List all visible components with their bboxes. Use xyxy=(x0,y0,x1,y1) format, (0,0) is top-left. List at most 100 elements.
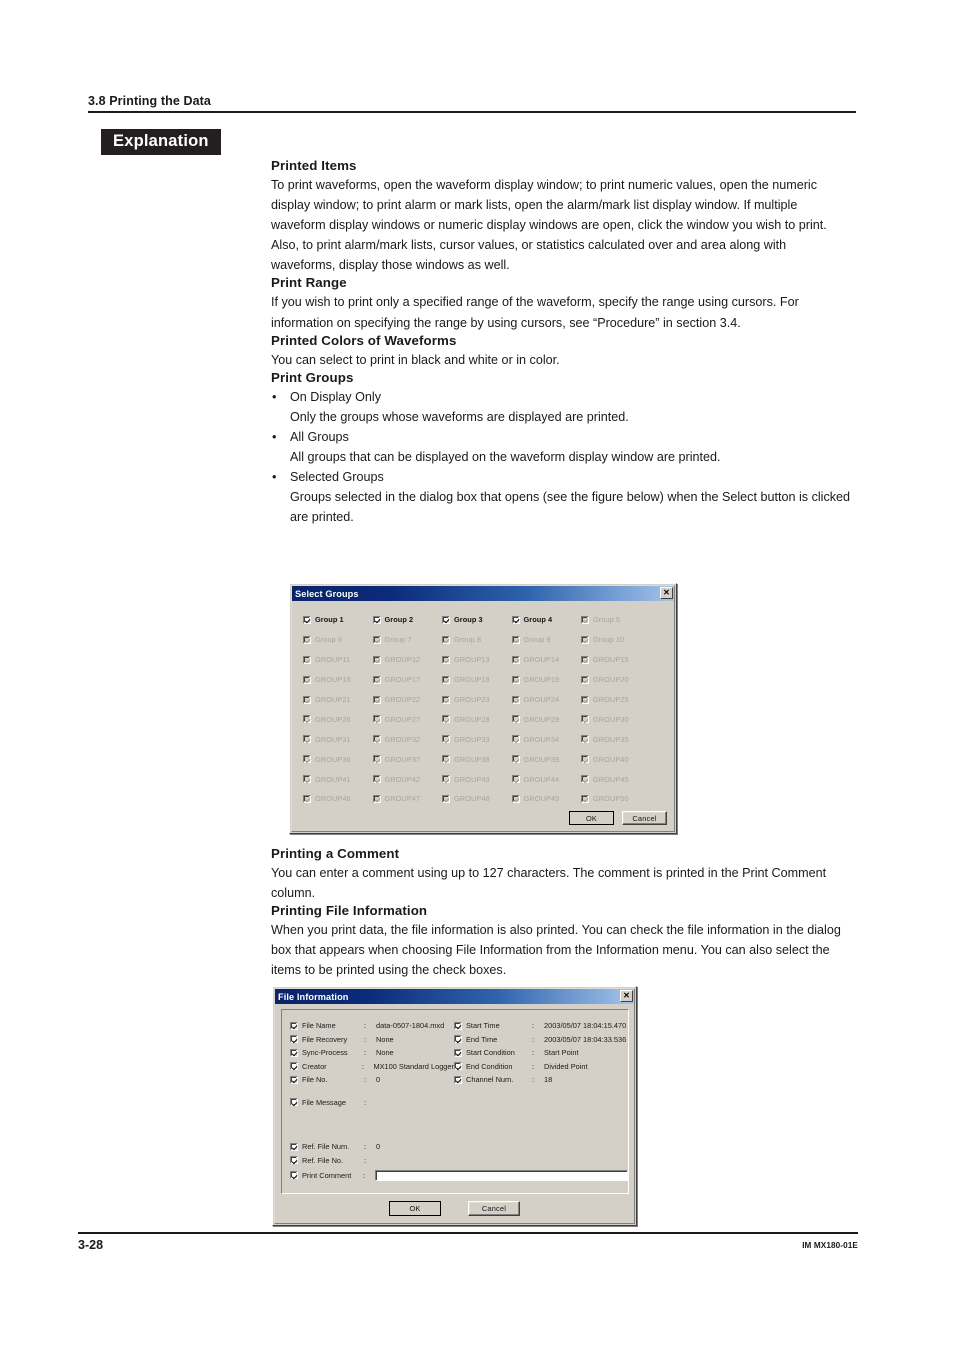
group-checkbox-50[interactable]: GROUP50 xyxy=(581,789,651,809)
checkbox-icon[interactable] xyxy=(290,1062,298,1071)
group-checkbox-23[interactable]: GROUP23 xyxy=(442,690,512,710)
checkbox-icon[interactable] xyxy=(454,1035,462,1044)
checkbox-icon[interactable] xyxy=(511,715,520,724)
group-checkbox-45[interactable]: GROUP45 xyxy=(581,769,651,789)
checkbox-icon[interactable] xyxy=(303,735,311,744)
checkbox-icon[interactable] xyxy=(303,655,311,664)
file-information-dialog[interactable]: File Information ✕ File Name: data-0507-1… xyxy=(272,986,637,1226)
checkbox-icon[interactable] xyxy=(511,675,520,684)
checkbox-icon[interactable] xyxy=(372,695,381,704)
cancel-button[interactable]: Cancel xyxy=(622,811,667,825)
checkbox-icon[interactable] xyxy=(454,1062,462,1071)
checkbox-icon[interactable] xyxy=(303,715,311,724)
checkbox-icon[interactable] xyxy=(372,755,381,764)
checkbox-icon[interactable] xyxy=(372,615,381,624)
checkbox-icon[interactable] xyxy=(442,615,450,624)
group-checkbox-49[interactable]: GROUP49 xyxy=(511,789,582,809)
group-checkbox-37[interactable]: GROUP37 xyxy=(372,749,443,769)
checkbox-icon[interactable] xyxy=(581,635,589,644)
checkbox-icon[interactable] xyxy=(303,755,311,764)
field-file-recovery[interactable]: File Recovery: None xyxy=(290,1033,454,1047)
group-checkbox-19[interactable]: GROUP19 xyxy=(511,670,582,690)
group-checkbox-40[interactable]: GROUP40 xyxy=(581,749,651,769)
checkbox-icon[interactable] xyxy=(290,1156,298,1165)
close-icon[interactable]: ✕ xyxy=(620,990,633,1002)
group-checkbox-32[interactable]: GROUP32 xyxy=(372,729,443,749)
checkbox-icon[interactable] xyxy=(290,1075,298,1084)
checkbox-icon[interactable] xyxy=(372,635,381,644)
checkbox-icon[interactable] xyxy=(581,735,589,744)
checkbox-icon[interactable] xyxy=(442,775,450,784)
checkbox-icon[interactable] xyxy=(290,1142,298,1151)
checkbox-icon[interactable] xyxy=(372,794,381,803)
field-start-time[interactable]: Start Time:2003/05/07 18:04:15.470 xyxy=(454,1019,628,1033)
field-file-message[interactable]: File Message : xyxy=(290,1096,628,1110)
checkbox-icon[interactable] xyxy=(303,615,311,624)
cancel-button[interactable]: Cancel xyxy=(468,1201,520,1216)
checkbox-icon[interactable] xyxy=(372,775,381,784)
group-checkbox-13[interactable]: GROUP13 xyxy=(442,650,512,670)
group-checkbox-4[interactable]: Group 4 xyxy=(511,610,582,630)
group-checkbox-47[interactable]: GROUP47 xyxy=(372,789,443,809)
group-checkbox-18[interactable]: GROUP18 xyxy=(442,670,512,690)
field-file-name[interactable]: File Name: data-0507-1804.mxd xyxy=(290,1019,454,1033)
checkbox-icon[interactable] xyxy=(290,1035,298,1044)
checkbox-icon[interactable] xyxy=(454,1048,462,1057)
checkbox-icon[interactable] xyxy=(442,635,450,644)
group-checkbox-36[interactable]: GROUP36 xyxy=(303,749,373,769)
checkbox-icon[interactable] xyxy=(511,735,520,744)
checkbox-icon[interactable] xyxy=(290,1171,298,1179)
field-creator[interactable]: Creator: MX100 Standard Logger xyxy=(290,1060,454,1074)
group-checkbox-8[interactable]: Group 8 xyxy=(442,630,512,650)
checkbox-icon[interactable] xyxy=(303,635,311,644)
group-checkbox-43[interactable]: GROUP43 xyxy=(442,769,512,789)
checkbox-icon[interactable] xyxy=(442,695,450,704)
checkbox-icon[interactable] xyxy=(372,655,381,664)
checkbox-icon[interactable] xyxy=(372,735,381,744)
group-checkbox-35[interactable]: GROUP35 xyxy=(581,729,651,749)
field-sync-process[interactable]: Sync-Process: None xyxy=(290,1046,454,1060)
group-checkbox-22[interactable]: GROUP22 xyxy=(372,690,443,710)
checkbox-icon[interactable] xyxy=(290,1098,298,1107)
group-checkbox-30[interactable]: GROUP30 xyxy=(581,709,651,729)
field-print-comment[interactable]: Print Comment : xyxy=(290,1168,628,1182)
field-end-time[interactable]: End Time:2003/05/07 18:04:33.536 xyxy=(454,1033,628,1047)
field-file-no[interactable]: File No.:0 xyxy=(290,1073,454,1087)
group-checkbox-25[interactable]: GROUP25 xyxy=(581,690,651,710)
checkbox-icon[interactable] xyxy=(511,635,520,644)
checkbox-icon[interactable] xyxy=(372,675,381,684)
print-comment-input[interactable] xyxy=(374,1169,628,1181)
checkbox-icon[interactable] xyxy=(511,615,520,624)
group-checkbox-16[interactable]: GROUP16 xyxy=(303,670,373,690)
group-checkbox-28[interactable]: GROUP28 xyxy=(442,709,512,729)
checkbox-icon[interactable] xyxy=(303,775,311,784)
checkbox-icon[interactable] xyxy=(454,1075,462,1084)
checkbox-icon[interactable] xyxy=(511,755,520,764)
field-ref-file-no[interactable]: Ref. File No.: xyxy=(290,1154,628,1168)
checkbox-icon[interactable] xyxy=(442,735,450,744)
select-groups-dialog[interactable]: Select Groups ✕ Group 1 Group 2 Group 3 Gro… xyxy=(289,583,677,834)
field-ref-file-num[interactable]: Ref. File Num.:0 xyxy=(290,1140,628,1154)
group-checkbox-7[interactable]: Group 7 xyxy=(372,630,443,650)
checkbox-icon[interactable] xyxy=(442,755,450,764)
group-checkbox-14[interactable]: GROUP14 xyxy=(511,650,582,670)
checkbox-icon[interactable] xyxy=(581,675,589,684)
group-checkbox-17[interactable]: GROUP17 xyxy=(372,670,443,690)
group-checkbox-39[interactable]: GROUP39 xyxy=(511,749,582,769)
checkbox-icon[interactable] xyxy=(511,655,520,664)
checkbox-icon[interactable] xyxy=(442,655,450,664)
checkbox-icon[interactable] xyxy=(511,695,520,704)
checkbox-icon[interactable] xyxy=(581,655,589,664)
group-checkbox-44[interactable]: GROUP44 xyxy=(511,769,582,789)
group-checkbox-6[interactable]: Group 6 xyxy=(303,630,373,650)
group-checkbox-20[interactable]: GROUP20 xyxy=(581,670,651,690)
checkbox-icon[interactable] xyxy=(303,695,311,704)
group-checkbox-48[interactable]: GROUP48 xyxy=(442,789,512,809)
checkbox-icon[interactable] xyxy=(581,775,589,784)
group-checkbox-15[interactable]: GROUP15 xyxy=(581,650,651,670)
group-checkbox-10[interactable]: Group 10 xyxy=(581,630,651,650)
group-checkbox-42[interactable]: GROUP42 xyxy=(372,769,443,789)
ok-button[interactable]: OK xyxy=(389,1201,441,1216)
checkbox-icon[interactable] xyxy=(581,794,589,803)
checkbox-icon[interactable] xyxy=(442,794,450,803)
